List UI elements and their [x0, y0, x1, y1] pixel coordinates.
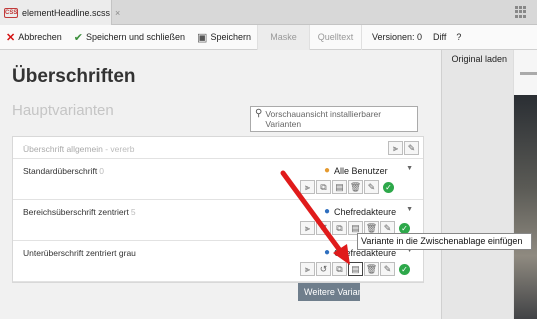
user-icon: ● — [324, 165, 331, 176]
variant-list: Überschrift allgemein - vererb ⫸ ✎ Standa… — [12, 136, 424, 283]
cancel-button[interactable]: ✕ Abbrechen — [0, 25, 68, 50]
user-icon: ● — [324, 247, 331, 258]
diff-button[interactable]: Diff — [428, 25, 451, 50]
file-tab-name: elementHeadline.scss — [22, 7, 111, 18]
x-icon: ✕ — [6, 31, 16, 44]
grid-menu-icon[interactable] — [515, 6, 527, 18]
trash-icon[interactable]: 🗑 — [348, 180, 363, 194]
help-button[interactable]: ? — [451, 25, 466, 50]
user-icon: ● — [324, 206, 331, 217]
general-row: Überschrift allgemein - vererb ⫸ ✎ — [13, 137, 423, 159]
variant-name: Unterüberschrift zentriert grau — [23, 248, 136, 258]
variant-preview-search[interactable]: ⚲ Vorschauansicht installierbarer Varian… — [250, 106, 418, 132]
mask-panel: Überschriften Hauptvarianten ⚲ Vorschaua… — [0, 50, 441, 319]
toolbar: ✕ Abbrechen ✔ Speichern und schließen ▣ … — [0, 24, 537, 50]
clipboard-paste-icon[interactable]: ▤ — [348, 262, 363, 276]
chevron-down-icon[interactable]: ▼ — [406, 206, 413, 213]
user-group[interactable]: ● Alle Benutzer — [324, 165, 388, 176]
close-tab-icon[interactable]: × — [115, 8, 120, 18]
check-icon: ✓ — [399, 264, 410, 275]
list-item: Standardüberschrift 0 ● Alle Benutzer ▼ ⫸ ⧉… — [13, 159, 423, 200]
save-label: Speichern — [210, 32, 251, 42]
page-preview — [513, 50, 537, 319]
user-group[interactable]: ● Chefredakteure — [324, 206, 396, 217]
section-subtitle: Hauptvarianten — [12, 102, 114, 119]
versions-button[interactable]: Versionen: 0 — [360, 24, 428, 50]
save-button[interactable]: ▣ Speichern — [191, 25, 257, 50]
cancel-label: Abbrechen — [18, 32, 62, 42]
save-close-icon: ✔ — [73, 31, 83, 44]
copy-variant-icon[interactable]: ↺ — [316, 262, 331, 276]
right-panel: Original laden — [441, 50, 513, 319]
clipboard-icon[interactable]: ▤ — [332, 180, 347, 194]
check-icon: ✓ — [383, 182, 394, 193]
edit-pencil-icon[interactable]: ✎ — [404, 141, 419, 155]
preview-image — [514, 95, 537, 319]
save-close-label: Speichern und schließen — [85, 32, 186, 42]
duplicate-icon[interactable]: ⧉ — [332, 262, 347, 276]
edit-pencil-icon[interactable]: ✎ — [380, 262, 395, 276]
duplicate-icon[interactable]: ⧉ — [332, 221, 347, 235]
copy-variant-icon[interactable]: ↺ — [316, 221, 331, 235]
settings-sliders-icon[interactable]: ⫸ — [388, 141, 403, 155]
general-row-inherit: - vererb — [102, 144, 135, 154]
disk-icon: ▣ — [197, 31, 208, 44]
general-row-name: Überschrift allgemein - vererb — [23, 144, 135, 154]
load-original-link[interactable]: Original laden — [442, 50, 513, 64]
settings-sliders-icon[interactable]: ⫸ — [300, 180, 315, 194]
page-title: Überschriften — [12, 66, 136, 87]
tooltip: Variante in die Zwischenablage einfügen — [357, 233, 532, 250]
css-file-icon: CSS — [4, 7, 18, 18]
trash-icon[interactable]: 🗑 — [364, 262, 379, 276]
duplicate-icon[interactable]: ⧉ — [316, 180, 331, 194]
settings-sliders-icon[interactable]: ⫸ — [300, 262, 315, 276]
search-placeholder: Vorschauansicht installierbarer Variante… — [265, 109, 382, 129]
edit-pencil-icon[interactable]: ✎ — [364, 180, 379, 194]
tab-source[interactable]: Quelltext — [308, 24, 361, 50]
variant-name: Standardüberschrift 0 — [23, 166, 104, 176]
chevron-down-icon[interactable]: ▼ — [406, 165, 413, 172]
preview-bar — [520, 72, 537, 75]
settings-sliders-icon[interactable]: ⫸ — [300, 221, 315, 235]
tab-mask[interactable]: Maske — [256, 24, 309, 50]
file-tab[interactable]: CSS elementHeadline.scss × — [0, 0, 120, 25]
editor-tab-strip: CSS elementHeadline.scss × — [0, 0, 537, 25]
more-variants-button[interactable]: Weitere Varianten — [298, 283, 360, 301]
variant-name: Bereichsüberschrift zentriert 5 — [23, 207, 136, 217]
save-close-button[interactable]: ✔ Speichern und schließen — [68, 25, 191, 50]
search-icon: ⚲ — [255, 108, 263, 119]
